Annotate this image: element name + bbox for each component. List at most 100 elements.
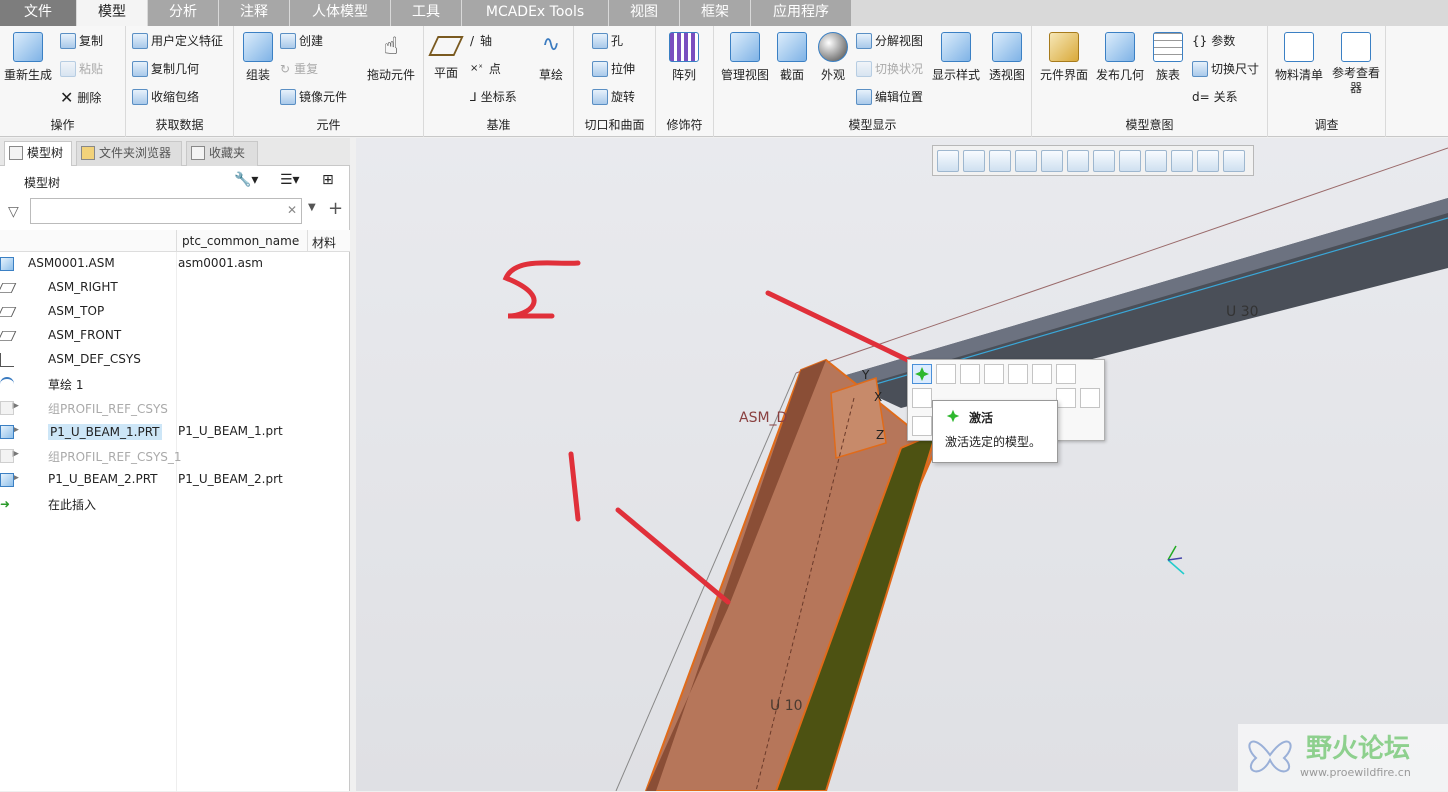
- more-options-icon[interactable]: [1056, 364, 1076, 384]
- zoom-out-icon[interactable]: [989, 149, 1011, 172]
- tree-row[interactable]: ▶ P1_U_BEAM_2.PRT P1_U_BEAM_2.prt: [0, 468, 350, 492]
- paste-button[interactable]: 粘贴: [60, 60, 103, 77]
- tab-view[interactable]: 视图: [609, 0, 679, 26]
- point-button[interactable]: ×ˣ 点: [470, 60, 501, 77]
- assemble-button[interactable]: 组装: [238, 32, 278, 83]
- clear-icon[interactable]: ✕: [287, 203, 297, 217]
- zoom-in-icon[interactable]: [963, 149, 985, 172]
- bom-button[interactable]: 物料清单: [1272, 32, 1326, 83]
- part-icon[interactable]: [1080, 388, 1100, 408]
- tab-tools[interactable]: 工具: [391, 0, 461, 26]
- plane-button[interactable]: 平面: [428, 32, 464, 81]
- tab-analysis[interactable]: 分析: [148, 0, 218, 26]
- search-dropdown-icon[interactable]: ▼: [308, 202, 316, 213]
- group-label-datum[interactable]: 基准: [424, 116, 573, 133]
- add-icon[interactable]: +: [328, 198, 343, 219]
- toggle-status-button[interactable]: 切换状况: [856, 60, 923, 77]
- axis-button[interactable]: / 轴: [470, 32, 492, 49]
- component-interface-button[interactable]: 元件界面: [1038, 32, 1090, 83]
- manage-views-button[interactable]: 管理视图: [720, 32, 770, 83]
- plane-icon[interactable]: [912, 388, 932, 408]
- perspective-button[interactable]: 透视图: [986, 32, 1028, 83]
- drag-component-button[interactable]: ☝ 拖动元件: [362, 32, 420, 83]
- parameters-button[interactable]: {} 参数: [1192, 32, 1235, 49]
- tab-applications[interactable]: 应用程序: [751, 0, 851, 26]
- tree-row[interactable]: ASM0001.ASM asm0001.asm: [0, 252, 350, 276]
- switch-dimensions-button[interactable]: 切换尺寸: [1192, 60, 1259, 77]
- copy-geometry-button[interactable]: 复制几何: [132, 60, 199, 77]
- group-label-modifiers[interactable]: 修饰符: [656, 116, 713, 133]
- spin-center-icon[interactable]: [1223, 149, 1245, 172]
- activate-icon[interactable]: [912, 364, 932, 384]
- tab-model-tree[interactable]: 模型树: [4, 141, 72, 166]
- regenerate-button[interactable]: 重新生成: [4, 32, 52, 83]
- group-label-operations[interactable]: 操作: [0, 116, 125, 133]
- edit-position-button[interactable]: 编辑位置: [856, 88, 923, 105]
- annotation-display-icon[interactable]: [1197, 149, 1219, 172]
- tab-file[interactable]: 文件: [0, 0, 76, 26]
- tree-row[interactable]: ▶ 组PROFIL_REF_CSYS: [0, 396, 350, 420]
- tab-folder-browser[interactable]: 文件夹浏览器: [76, 141, 182, 166]
- tree-row[interactable]: ➜ 在此插入: [0, 492, 350, 516]
- group-label-get-data[interactable]: 获取数据: [126, 116, 233, 133]
- hole-button[interactable]: 孔: [592, 32, 623, 49]
- pattern-button[interactable]: 阵列: [664, 32, 704, 83]
- mirror-component-button[interactable]: 镜像元件: [280, 88, 347, 105]
- graphics-window[interactable]: U 30 U 10 ASM_D Y X Z: [356, 138, 1448, 791]
- publish-geometry-button[interactable]: 发布几何: [1094, 32, 1146, 83]
- group-label-component[interactable]: 元件: [234, 116, 423, 133]
- filter-columns-icon[interactable]: ⊞: [322, 172, 334, 188]
- csys-button[interactable]: ⅃ 坐标系: [470, 88, 517, 105]
- saved-orientations-icon[interactable]: [1067, 149, 1089, 172]
- tab-favorites[interactable]: 收藏夹: [186, 141, 258, 166]
- relations-button[interactable]: d= 关系: [1192, 88, 1238, 105]
- display-style-button[interactable]: 显示样式: [930, 32, 982, 83]
- search-input[interactable]: ✕: [30, 198, 302, 224]
- repeat-button[interactable]: ↻ 重复: [280, 60, 318, 77]
- sketch-button[interactable]: ∿ 草绘: [532, 32, 570, 83]
- repaint-icon[interactable]: [1015, 149, 1037, 172]
- tab-frame[interactable]: 框架: [680, 0, 750, 26]
- select-icon[interactable]: [912, 416, 932, 436]
- explode-view-button[interactable]: 分解视图: [856, 32, 923, 49]
- column-common-name[interactable]: ptc_common_name: [182, 234, 299, 248]
- tree-row[interactable]: ASM_TOP: [0, 300, 350, 324]
- section-view-icon[interactable]: [1145, 149, 1167, 172]
- group-label-model-intent[interactable]: 模型意图: [1032, 116, 1267, 133]
- view-manager-icon[interactable]: [1093, 149, 1115, 172]
- extrude-button[interactable]: 拉伸: [592, 60, 635, 77]
- settings-icon[interactable]: 🔧▾: [234, 172, 258, 188]
- tab-human-model[interactable]: 人体模型: [290, 0, 390, 26]
- udf-button[interactable]: 用户定义特征: [132, 32, 223, 49]
- hide-icon[interactable]: [1008, 364, 1028, 384]
- column-material[interactable]: 材料: [312, 234, 336, 251]
- tree-row[interactable]: ASM_RIGHT: [0, 276, 350, 300]
- refit-icon[interactable]: [937, 149, 959, 172]
- revolve-button[interactable]: 旋转: [592, 88, 635, 105]
- show-icon[interactable]: ☰▾: [280, 172, 300, 188]
- perspective-view-icon[interactable]: [1119, 149, 1141, 172]
- group-label-cut-surface[interactable]: 切口和曲面: [574, 116, 655, 133]
- reference-viewer-button[interactable]: 参考查看器: [1328, 32, 1384, 96]
- group-label-model-display[interactable]: 模型显示: [714, 116, 1031, 133]
- tab-model[interactable]: 模型: [77, 0, 147, 27]
- tree-row[interactable]: 草绘 1: [0, 372, 350, 396]
- datum-display-icon[interactable]: [1171, 149, 1193, 172]
- replace-icon[interactable]: [1056, 388, 1076, 408]
- delete-button[interactable]: ✕ 删除: [60, 88, 101, 107]
- open-icon[interactable]: [936, 364, 956, 384]
- link-icon[interactable]: [984, 364, 1004, 384]
- pattern-icon[interactable]: [1032, 364, 1052, 384]
- tab-mcadex[interactable]: MCADEx Tools: [462, 0, 608, 26]
- tree-row[interactable]: ASM_FRONT: [0, 324, 350, 348]
- section-button[interactable]: 截面: [774, 32, 810, 83]
- tree-row[interactable]: ▶ 组PROFIL_REF_CSYS_1: [0, 444, 350, 468]
- shrinkwrap-button[interactable]: 收缩包络: [132, 88, 199, 105]
- tree-row[interactable]: ▶ P1_U_BEAM_1.PRT P1_U_BEAM_1.prt: [0, 420, 350, 444]
- display-style-icon[interactable]: [1041, 149, 1063, 172]
- group-label-investigate[interactable]: 调查: [1268, 116, 1385, 133]
- appearance-button[interactable]: 外观: [814, 32, 852, 83]
- copy-button[interactable]: 复制: [60, 32, 103, 49]
- tree-row[interactable]: ASM_DEF_CSYS: [0, 348, 350, 372]
- tab-annotate[interactable]: 注释: [219, 0, 289, 26]
